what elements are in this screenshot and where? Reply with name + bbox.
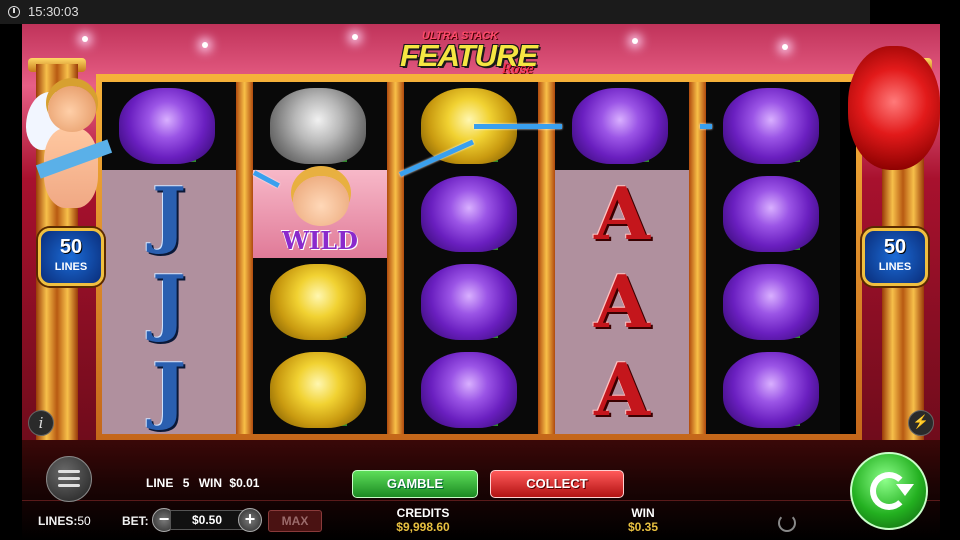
credits-display: CREDITS $9,998.60: [370, 506, 476, 534]
gray-rose-icon: [270, 88, 366, 164]
gamble-button[interactable]: GAMBLE: [352, 470, 478, 498]
credits-label: CREDITS: [396, 506, 450, 520]
purple-rose-symbol: [706, 170, 840, 258]
letter-a-label: A: [594, 171, 650, 256]
collect-button[interactable]: COLLECT: [490, 470, 624, 498]
letter-a-symbol: A: [555, 258, 689, 346]
lines-badge-left: 50 LINES: [38, 228, 104, 286]
reel-4: AAA: [555, 82, 689, 434]
bet-label: BET:: [122, 514, 149, 528]
sparkle: [202, 42, 208, 48]
purple-rose-icon: [119, 88, 215, 164]
line-info: LINE 5 WIN $0.01: [146, 476, 259, 490]
letter-j-symbol: J: [102, 258, 236, 346]
max-bet-button[interactable]: MAX: [268, 510, 322, 532]
letter-j-symbol: J: [102, 346, 236, 434]
yellow-rose-symbol: [253, 346, 387, 434]
sparkle: [782, 44, 788, 50]
purple-rose-symbol: [555, 82, 689, 170]
purple-rose-symbol: [404, 346, 538, 434]
purple-rose-icon: [421, 176, 517, 252]
purple-rose-symbol: [706, 258, 840, 346]
panel-divider: [22, 500, 940, 501]
reel-3: [404, 82, 538, 434]
red-rose-icon: [848, 46, 940, 170]
lines-badge-label: LINES: [54, 261, 88, 273]
lightning-icon[interactable]: ⚡: [908, 410, 934, 436]
lines-label: LINES:: [38, 514, 78, 528]
lines-setting: LINES:50: [38, 514, 91, 528]
letter-a-symbol: A: [555, 170, 689, 258]
lines-badge-label: LINES: [878, 261, 912, 273]
purple-rose-icon: [421, 352, 517, 428]
line-win-label: WIN: [198, 476, 223, 490]
bet-value: $0.50: [170, 510, 244, 530]
lines-badge-number: 50: [59, 236, 83, 258]
lines-value: 50: [77, 514, 91, 528]
lines-badge-right: 50 LINES: [862, 228, 928, 286]
letter-j-symbol: J: [102, 170, 236, 258]
reel-5: [706, 82, 840, 434]
line-number: 5: [182, 476, 190, 490]
letter-a-label: A: [594, 259, 650, 344]
letter-j-label: J: [151, 259, 187, 344]
info-button[interactable]: i: [28, 410, 54, 436]
lines-badge-number: 50: [883, 236, 907, 258]
purple-rose-symbol: [706, 346, 840, 434]
purple-rose-icon: [723, 352, 819, 428]
credits-value: $9,998.60: [396, 520, 450, 534]
win-label: WIN: [631, 506, 655, 520]
purple-rose-symbol: [404, 170, 538, 258]
sparkle: [352, 34, 358, 40]
spin-arrow-icon: [870, 472, 914, 510]
spin-button[interactable]: [850, 452, 928, 530]
reel-separator: [387, 82, 404, 434]
win-value: $0.35: [627, 520, 659, 534]
wild-label: WILD: [282, 226, 358, 255]
cupid-icon: [293, 176, 349, 226]
yellow-rose-icon: [270, 352, 366, 428]
clock-icon: [8, 6, 20, 18]
purple-rose-icon: [723, 264, 819, 340]
line-label: LINE: [146, 476, 174, 490]
purple-rose-icon: [572, 88, 668, 164]
reel-separator: [236, 82, 253, 434]
purple-rose-icon: [421, 264, 517, 340]
payline-segment: [700, 124, 712, 129]
bet-increase-button[interactable]: +: [238, 508, 262, 532]
gray-rose-symbol: [253, 82, 387, 170]
letter-j-label: J: [151, 171, 187, 256]
letter-a-label: A: [594, 347, 650, 432]
letter-j-label: J: [151, 347, 187, 432]
status-bar: 15:30:03: [0, 0, 870, 24]
purple-rose-symbol: [102, 82, 236, 170]
history-icon[interactable]: [778, 514, 796, 532]
reel-separator: [538, 82, 555, 434]
purple-rose-symbol: [404, 258, 538, 346]
sparkle: [632, 38, 638, 44]
status-time: 15:30:03: [28, 4, 79, 19]
yellow-rose-symbol: [253, 258, 387, 346]
yellow-rose-icon: [270, 264, 366, 340]
line-win-value: $0.01: [229, 476, 260, 490]
letter-a-symbol: A: [555, 346, 689, 434]
cupid-icon: [26, 82, 118, 228]
reel-1: JJJ: [102, 82, 236, 434]
purple-rose-icon: [723, 176, 819, 252]
reel-separator: [689, 82, 706, 434]
win-display: WIN $0.35: [600, 506, 686, 534]
payline-segment: [474, 124, 562, 129]
menu-button[interactable]: [46, 456, 92, 502]
reel-grid: J J J WILD A A A: [102, 82, 856, 434]
purple-rose-icon: [723, 88, 819, 164]
control-panel: LINE 5 WIN $0.01 GAMBLE COLLECT LINES:50…: [22, 440, 940, 540]
sparkle: [82, 36, 88, 42]
purple-rose-symbol: [706, 82, 840, 170]
reel-2: WILD: [253, 82, 387, 434]
